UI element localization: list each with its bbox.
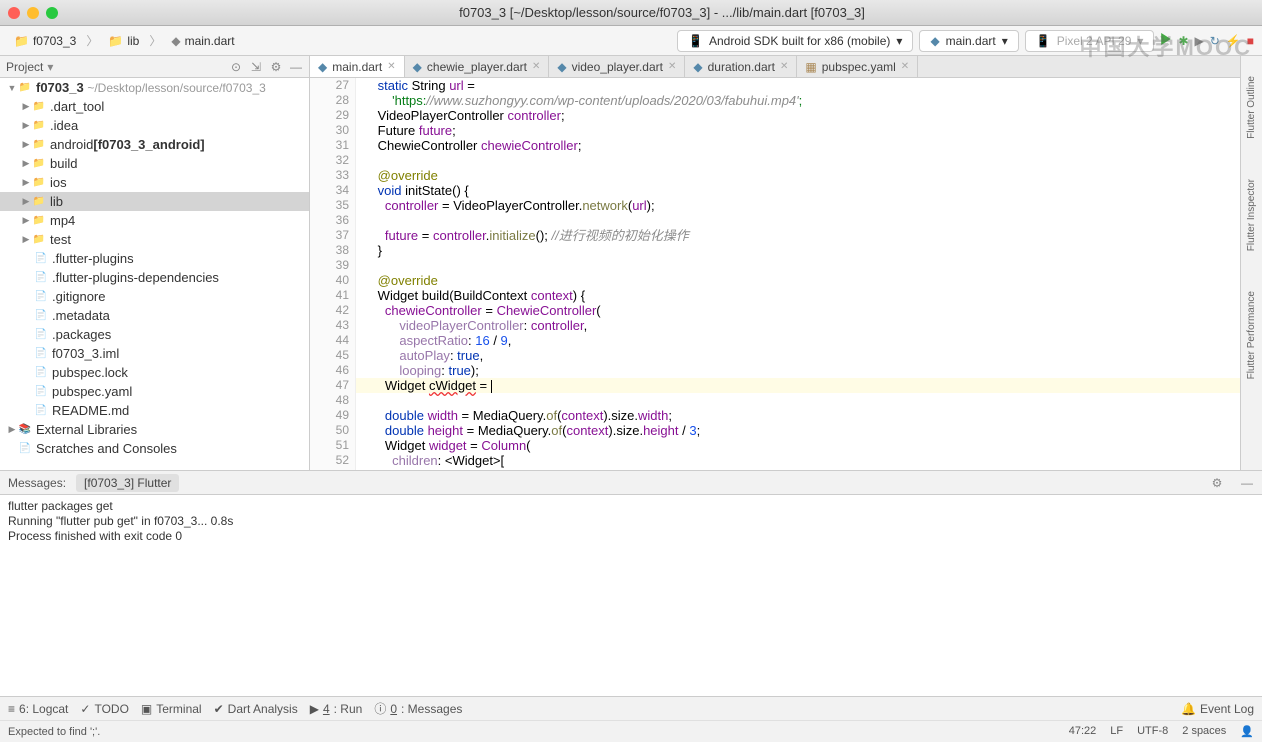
breadcrumb-project[interactable]: 📁f0703_3 xyxy=(8,32,82,50)
title-bar: f0703_3 [~/Desktop/lesson/source/f0703_3… xyxy=(0,0,1262,26)
terminal-tab[interactable]: ▣ Terminal xyxy=(141,702,202,716)
tab-duration[interactable]: ◆duration.dart✕ xyxy=(685,56,797,77)
breadcrumb-file[interactable]: ◆main.dart xyxy=(165,32,240,50)
breadcrumb-folder[interactable]: 📁lib xyxy=(102,32,145,50)
file-encoding[interactable]: UTF-8 xyxy=(1137,725,1168,738)
hide-icon[interactable]: — xyxy=(289,60,303,74)
dart-analysis-tab[interactable]: ✔ Dart Analysis xyxy=(214,702,298,716)
flutter-inspector-tab[interactable]: Flutter Inspector xyxy=(1246,179,1257,251)
tab-main-dart[interactable]: ◆main.dart✕ xyxy=(310,56,405,77)
window-title: f0703_3 [~/Desktop/lesson/source/f0703_3… xyxy=(70,5,1254,20)
tab-video-player[interactable]: ◆video_player.dart✕ xyxy=(549,56,685,77)
locate-icon[interactable]: ⊙ xyxy=(229,60,243,74)
flutter-performance-tab[interactable]: Flutter Performance xyxy=(1246,291,1257,379)
editor-panel: ◆main.dart✕ ◆chewie_player.dart✕ ◆video_… xyxy=(310,56,1240,470)
messages-output[interactable]: flutter packages getRunning "flutter pub… xyxy=(0,495,1262,696)
event-log-tab[interactable]: 🔔 Event Log xyxy=(1181,702,1254,716)
todo-tab[interactable]: ✓ TODO xyxy=(80,702,129,716)
indent-setting[interactable]: 2 spaces xyxy=(1182,725,1226,738)
messages-hide-icon[interactable]: — xyxy=(1240,476,1254,490)
editor-gutter[interactable]: 2728293031323334353637383940414243444546… xyxy=(310,78,356,470)
settings-icon[interactable]: ⚙ xyxy=(269,60,283,74)
bottom-tool-bar: ≡ 6: Logcat ✓ TODO ▣ Terminal ✔ Dart Ana… xyxy=(0,696,1262,720)
tree-lib-folder: ▶📁lib xyxy=(0,192,309,211)
maximize-window-button[interactable] xyxy=(46,7,58,19)
messages-settings-icon[interactable]: ⚙ xyxy=(1210,476,1224,490)
close-window-button[interactable] xyxy=(8,7,20,19)
close-tab-icon[interactable]: ✕ xyxy=(387,61,395,72)
breadcrumb-toolbar: 📁f0703_3 〉 📁lib 〉 ◆main.dart 📱Android SD… xyxy=(0,26,1262,56)
messages-context-tab[interactable]: [f0703_3] Flutter xyxy=(76,474,179,492)
code-editor[interactable]: static String url = 'https://www.suzhong… xyxy=(356,78,1240,470)
project-tree[interactable]: ▼📁f0703_3 ~/Desktop/lesson/source/f0703_… xyxy=(0,78,309,458)
device-selector[interactable]: 📱Android SDK built for x86 (mobile)▾ xyxy=(677,30,913,52)
line-separator[interactable]: LF xyxy=(1110,725,1123,738)
project-tool-window: Project ▾ ⊙ ⇲ ⚙ — ▼📁f0703_3 ~/Desktop/le… xyxy=(0,56,310,470)
messages-panel: Messages: [f0703_3] Flutter ⚙ — flutter … xyxy=(0,470,1262,696)
watermark-text: 中国大学MOOC xyxy=(1080,30,1252,62)
status-message: Expected to find ';'. xyxy=(8,726,100,738)
tree-root: ▼📁f0703_3 ~/Desktop/lesson/source/f0703_… xyxy=(0,78,309,97)
tab-pubspec[interactable]: ▦pubspec.yaml✕ xyxy=(797,56,918,77)
flutter-outline-tab[interactable]: Flutter Outline xyxy=(1246,76,1257,139)
messages-tab[interactable]: ⓘ 0: Messages xyxy=(374,700,462,717)
logcat-tab[interactable]: ≡ 6: Logcat xyxy=(8,702,68,716)
analyzer-icon[interactable]: 👤 xyxy=(1240,725,1254,738)
project-panel-title[interactable]: Project xyxy=(6,60,43,74)
minimize-window-button[interactable] xyxy=(27,7,39,19)
right-tool-rail: Flutter Outline Flutter Inspector Flutte… xyxy=(1240,56,1262,470)
run-tab[interactable]: ▶ 4: Run xyxy=(310,702,363,716)
expand-icon[interactable]: ⇲ xyxy=(249,60,263,74)
cursor-position[interactable]: 47:22 xyxy=(1069,725,1097,738)
tab-chewie-player[interactable]: ◆chewie_player.dart✕ xyxy=(405,56,550,77)
messages-label: Messages: xyxy=(8,476,66,490)
run-config-selector[interactable]: ◆main.dart▾ xyxy=(919,30,1018,52)
status-bar: Expected to find ';'. 47:22 LF UTF-8 2 s… xyxy=(0,720,1262,742)
